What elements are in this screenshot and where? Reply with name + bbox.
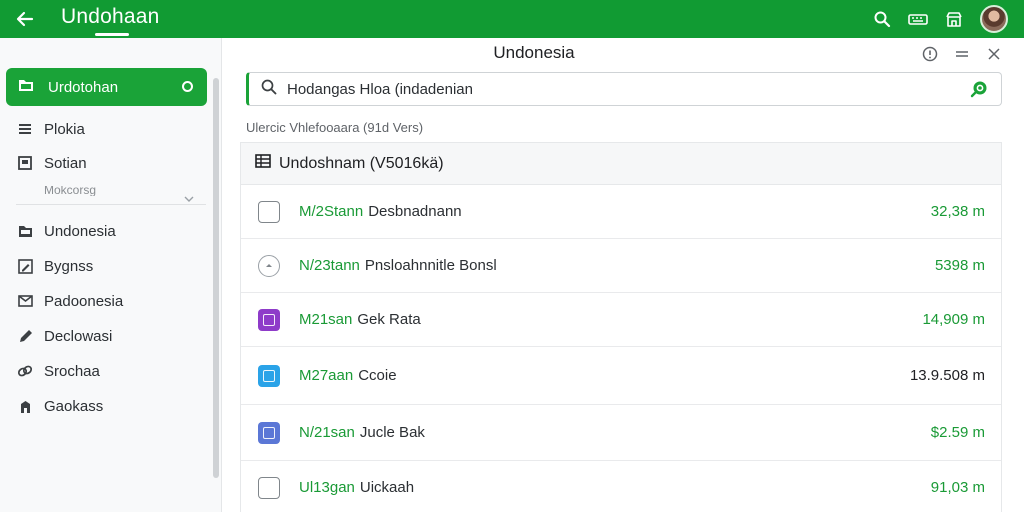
avatar[interactable] xyxy=(980,5,1008,33)
app-title: Undohaan xyxy=(61,5,160,28)
item-code: M21san xyxy=(299,311,353,328)
mail-icon xyxy=(16,292,34,310)
results-list: Undoshnam (V5016kä) M/2Stann Desbnadnann… xyxy=(240,142,1002,512)
list-item[interactable]: Ul13gan Uickaah 91,03 m xyxy=(241,461,1001,512)
sidebar-item-label: Bygnss xyxy=(44,257,94,275)
item-name: Ccoie xyxy=(358,367,397,384)
close-icon[interactable] xyxy=(982,44,1006,64)
item-value: 32,38 m xyxy=(930,203,985,220)
sidebar-item-gaokass[interactable]: Gaokass xyxy=(16,392,206,420)
sidebar-item-label: Srochaa xyxy=(44,362,100,380)
purple-app-icon xyxy=(257,308,281,332)
folder-icon xyxy=(18,78,34,97)
list-item[interactable]: N/21san Jucle Bak $2.59 m xyxy=(241,405,1001,461)
search-bar xyxy=(246,72,1002,106)
search-input[interactable] xyxy=(287,80,965,98)
sidebar-item-label: Declowasi xyxy=(44,327,113,345)
menu-icon[interactable] xyxy=(950,44,974,64)
item-value: 14,909 m xyxy=(922,311,985,328)
search-icon[interactable] xyxy=(864,3,900,35)
sidebar-item-srochaa[interactable]: Srochaa xyxy=(16,357,206,385)
sidebar: Urdotohan Plokia Sotian Mokcorsg Undones… xyxy=(0,38,222,512)
sidebar-item-label: Urdotohan xyxy=(48,78,119,96)
item-code: M/2Stann xyxy=(299,203,364,220)
item-name: Pnsloahnnitle Bonsl xyxy=(364,257,497,274)
table-icon xyxy=(255,154,271,173)
list-item[interactable]: N/23tann Pnsloahnnitle Bonsl 5398 m xyxy=(241,239,1001,293)
search-go-icon[interactable] xyxy=(965,80,993,98)
sidebar-item-padoonesia[interactable]: Padoonesia xyxy=(16,287,206,315)
item-name: Gek Rata xyxy=(357,311,421,328)
list-item[interactable]: M21san Gek Rata 14,909 m xyxy=(241,293,1001,347)
pencil-icon xyxy=(16,327,34,345)
list-item[interactable]: M/2Stann Desbnadnann 32,38 m xyxy=(241,185,1001,239)
edit-box-icon xyxy=(16,257,34,275)
back-arrow-icon[interactable] xyxy=(12,6,38,32)
item-value: $2.59 m xyxy=(930,424,985,441)
title-underline xyxy=(95,33,129,36)
sidebar-partial-item: Mokcorsg xyxy=(44,186,97,196)
item-code: M27aan xyxy=(299,367,354,384)
sidebar-item-label: Padoonesia xyxy=(44,292,124,310)
sidebar-item-declowasi[interactable]: Declowasi xyxy=(16,322,206,350)
sidebar-item-plokia[interactable]: Plokia xyxy=(16,115,206,143)
blue-app-icon xyxy=(257,364,281,388)
sidebar-item-label: Undonesia xyxy=(44,222,116,240)
status-dot-icon xyxy=(182,81,193,92)
list-icon xyxy=(16,120,34,138)
sidebar-item-label: Sotian xyxy=(44,154,87,172)
app-bar: Undohaan xyxy=(0,0,1024,38)
sidebar-item-label: Plokia xyxy=(44,120,85,138)
help-icon[interactable] xyxy=(918,44,942,64)
list-item[interactable]: M27aan Ccoie 13.9.508 m xyxy=(241,347,1001,405)
building-icon xyxy=(16,397,34,415)
list-header: Undoshnam (V5016kä) xyxy=(241,143,1001,185)
link-icon xyxy=(16,362,34,380)
sidebar-scrollbar[interactable] xyxy=(213,78,219,478)
item-value: 5398 m xyxy=(934,257,985,274)
results-caption: Ulercic Vhlefooaara (91d Vers) xyxy=(246,120,424,135)
indigo-app-icon xyxy=(257,421,281,445)
sidebar-item-label: Gaokass xyxy=(44,397,104,415)
item-code: Ul13gan xyxy=(299,479,355,496)
item-value: 13.9.508 m xyxy=(909,367,985,384)
sidebar-item-undonesia[interactable]: Undonesia xyxy=(16,217,206,245)
item-code: N/23tann xyxy=(299,257,360,274)
item-name: Uickaah xyxy=(359,479,415,496)
sidebar-item-sotian[interactable]: Sotian xyxy=(16,149,206,177)
sidebar-item-bygnss[interactable]: Bygnss xyxy=(16,252,206,280)
sidebar-item-active[interactable]: Urdotohan xyxy=(6,68,207,106)
sidebar-divider xyxy=(16,204,206,205)
checkbox-icon[interactable] xyxy=(257,200,281,224)
inbox-icon xyxy=(16,154,34,172)
folder-icon xyxy=(16,222,34,240)
main-panel: Undonesia Ulercic Vhlefooaara (91d Vers)… xyxy=(224,38,1024,512)
search-icon xyxy=(261,79,277,100)
checkbox-icon[interactable] xyxy=(257,476,281,500)
item-code: N/21san xyxy=(299,424,355,441)
circle-icon[interactable] xyxy=(257,254,281,278)
list-header-label: Undoshnam (V5016kä) xyxy=(279,154,444,172)
item-value: 91,03 m xyxy=(930,479,985,496)
item-name: Jucle Bak xyxy=(359,424,425,441)
keyboard-icon[interactable] xyxy=(900,3,936,35)
item-name: Desbnadnann xyxy=(368,203,462,220)
page-title: Undonesia xyxy=(493,43,575,62)
store-icon[interactable] xyxy=(936,3,972,35)
